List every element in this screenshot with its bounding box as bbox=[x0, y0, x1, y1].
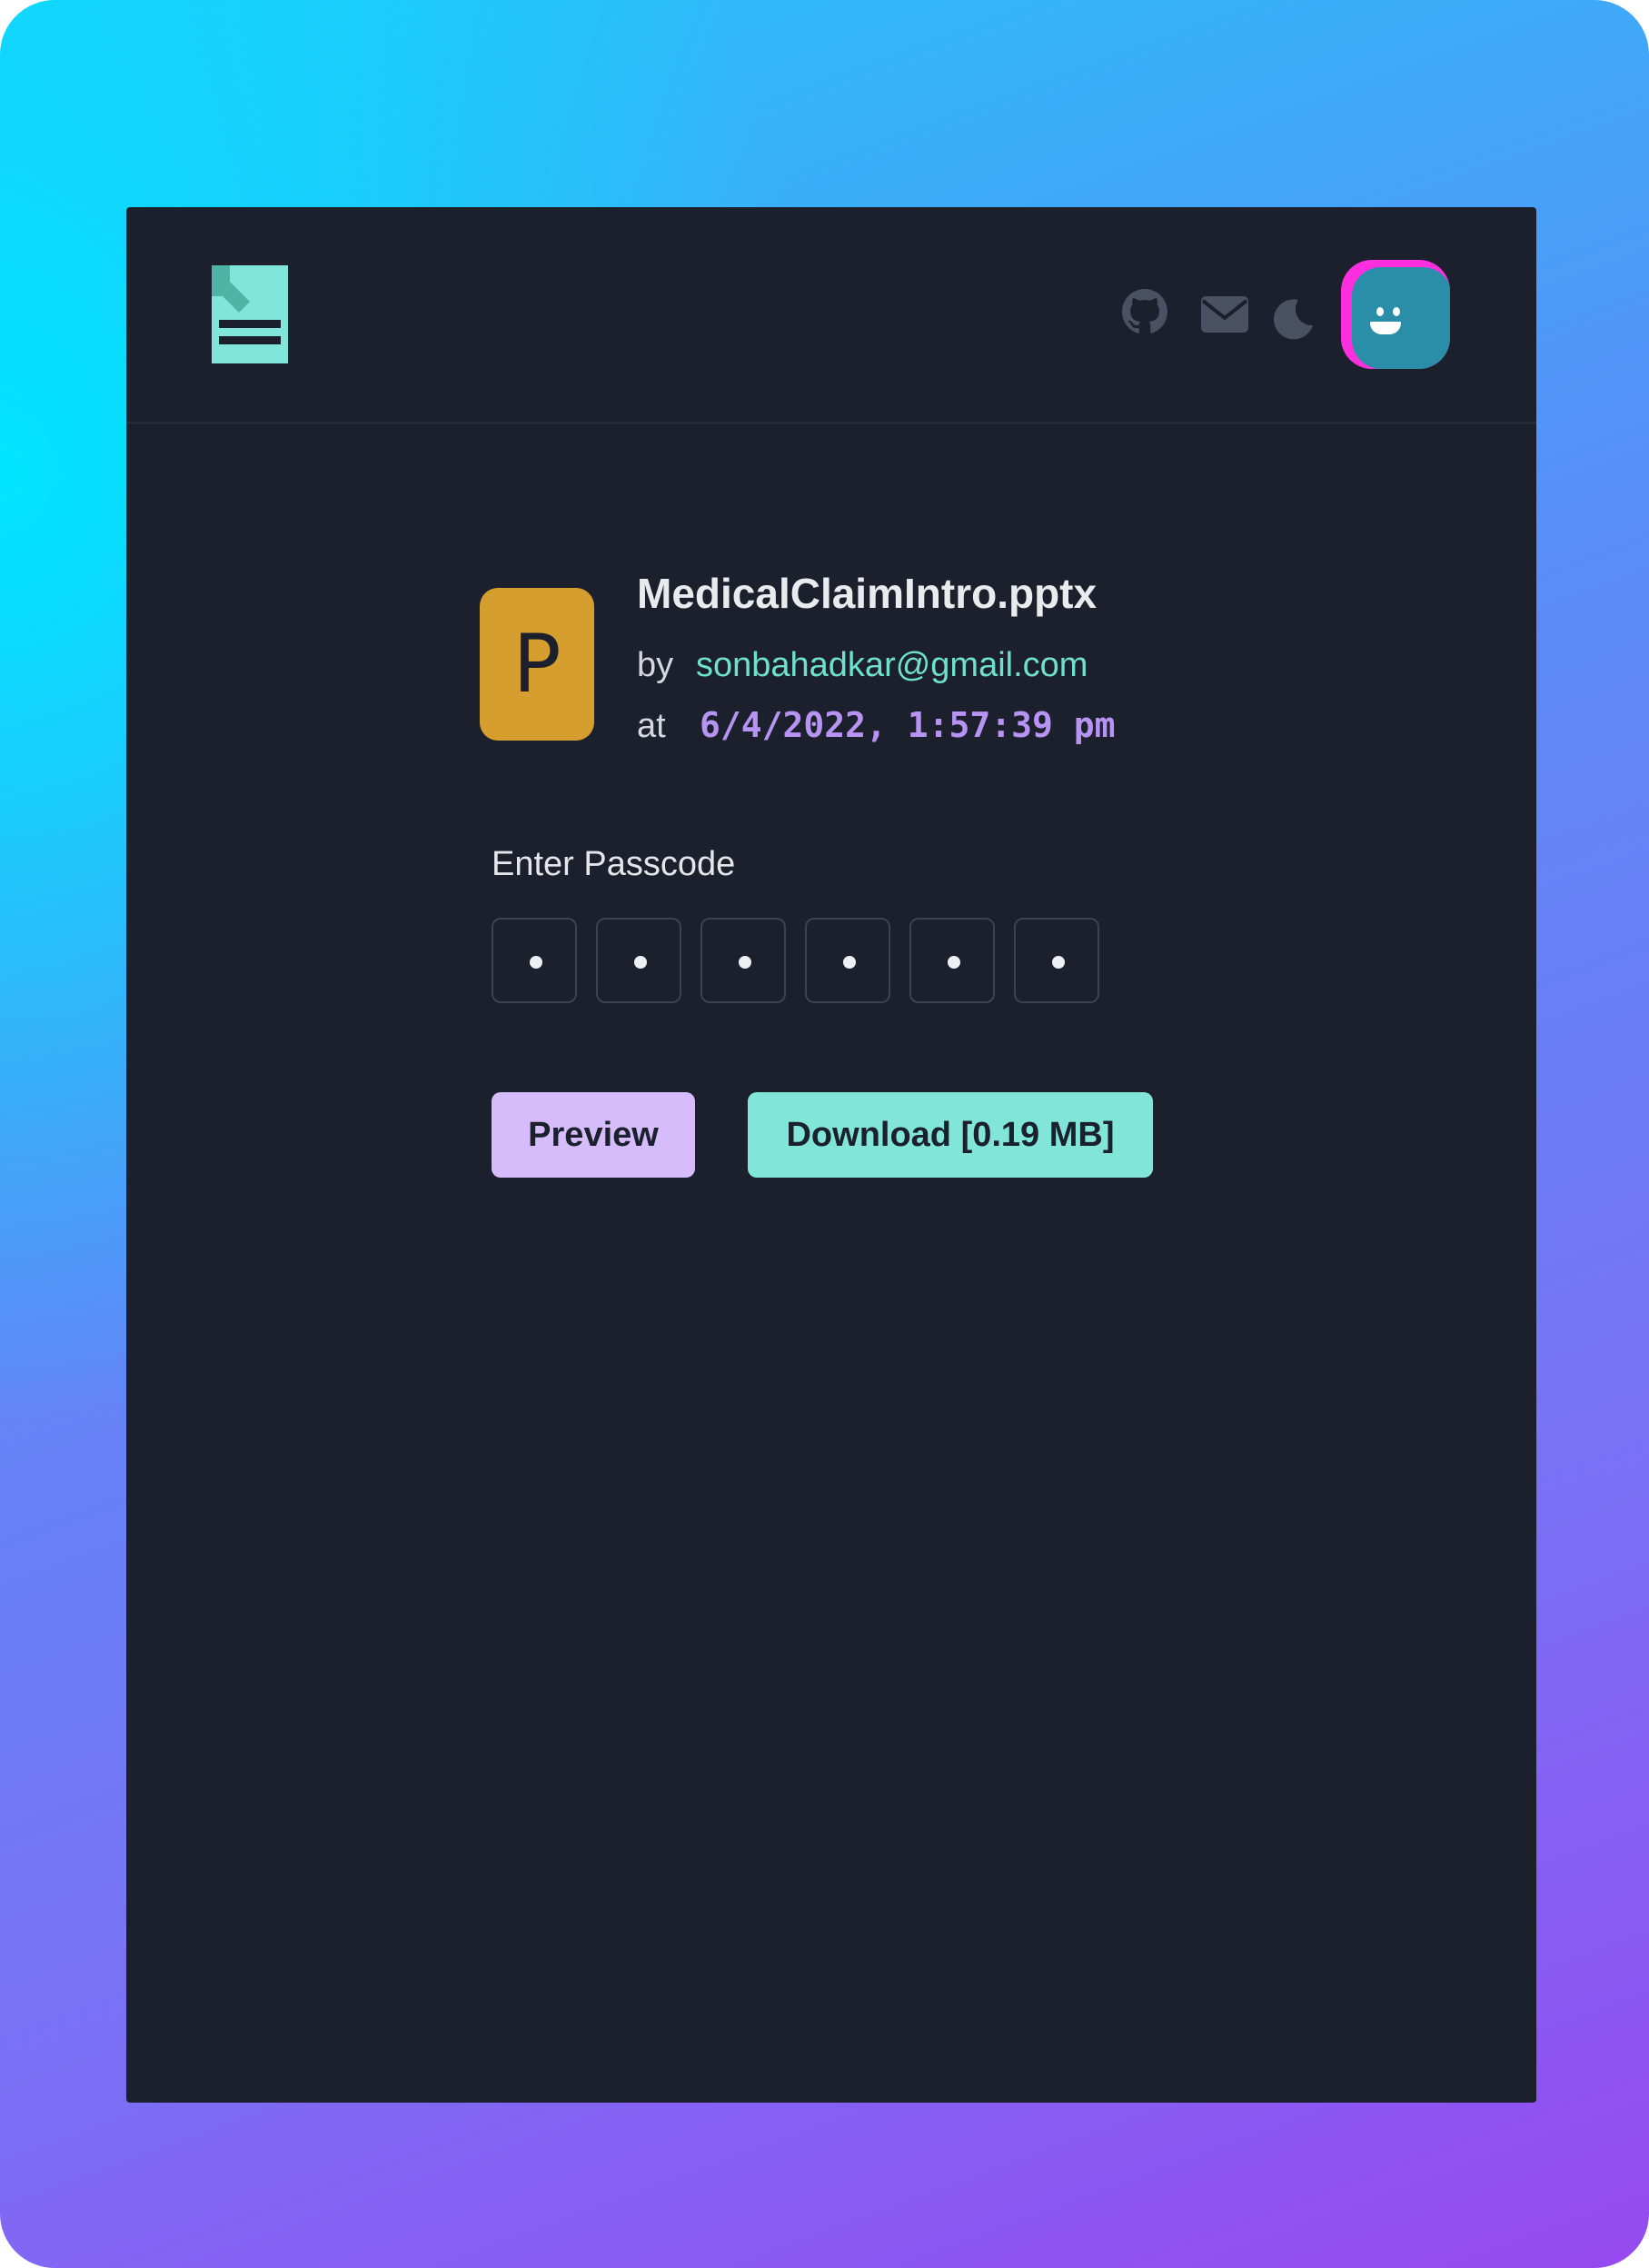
by-label: by bbox=[637, 646, 674, 684]
passcode-digit-4[interactable] bbox=[805, 918, 890, 1003]
passcode-digit-6[interactable] bbox=[1014, 918, 1099, 1003]
app-window: P MedicalClaimIntro.pptx by sonbahadkar@… bbox=[126, 207, 1536, 2103]
at-label: at bbox=[637, 707, 666, 745]
passcode-digit-1[interactable] bbox=[492, 918, 577, 1003]
avatar-left-eye bbox=[1376, 307, 1384, 316]
passcode-digit-2[interactable] bbox=[596, 918, 681, 1003]
avatar-face bbox=[1352, 267, 1450, 369]
file-type-icon: P bbox=[480, 588, 594, 741]
file-name: MedicalClaimIntro.pptx bbox=[637, 570, 1098, 617]
masked-dot bbox=[530, 956, 542, 969]
masked-dot bbox=[739, 956, 751, 969]
avatar-smile bbox=[1370, 322, 1401, 334]
avatar-right-eye bbox=[1393, 307, 1400, 316]
github-icon[interactable] bbox=[1122, 289, 1167, 334]
download-button[interactable]: Download [0.19 MB] bbox=[748, 1092, 1153, 1178]
passcode-label: Enter Passcode bbox=[492, 845, 736, 883]
masked-dot bbox=[634, 956, 647, 969]
masked-dot bbox=[1052, 956, 1065, 969]
masked-dot bbox=[843, 956, 856, 969]
preview-button[interactable]: Preview bbox=[492, 1092, 695, 1178]
masked-dot bbox=[948, 956, 960, 969]
avatar[interactable] bbox=[1341, 260, 1450, 369]
mail-icon[interactable] bbox=[1201, 296, 1248, 333]
moon-icon[interactable] bbox=[1271, 296, 1315, 340]
top-navbar bbox=[126, 207, 1536, 424]
passcode-digit-3[interactable] bbox=[700, 918, 786, 1003]
file-type-letter: P bbox=[512, 617, 561, 711]
owner-email: sonbahadkar@gmail.com bbox=[696, 646, 1088, 684]
file-download-logo-icon[interactable] bbox=[212, 265, 288, 363]
passcode-digit-5[interactable] bbox=[909, 918, 995, 1003]
upload-timestamp: 6/4/2022, 1:57:39 pm bbox=[700, 705, 1116, 745]
